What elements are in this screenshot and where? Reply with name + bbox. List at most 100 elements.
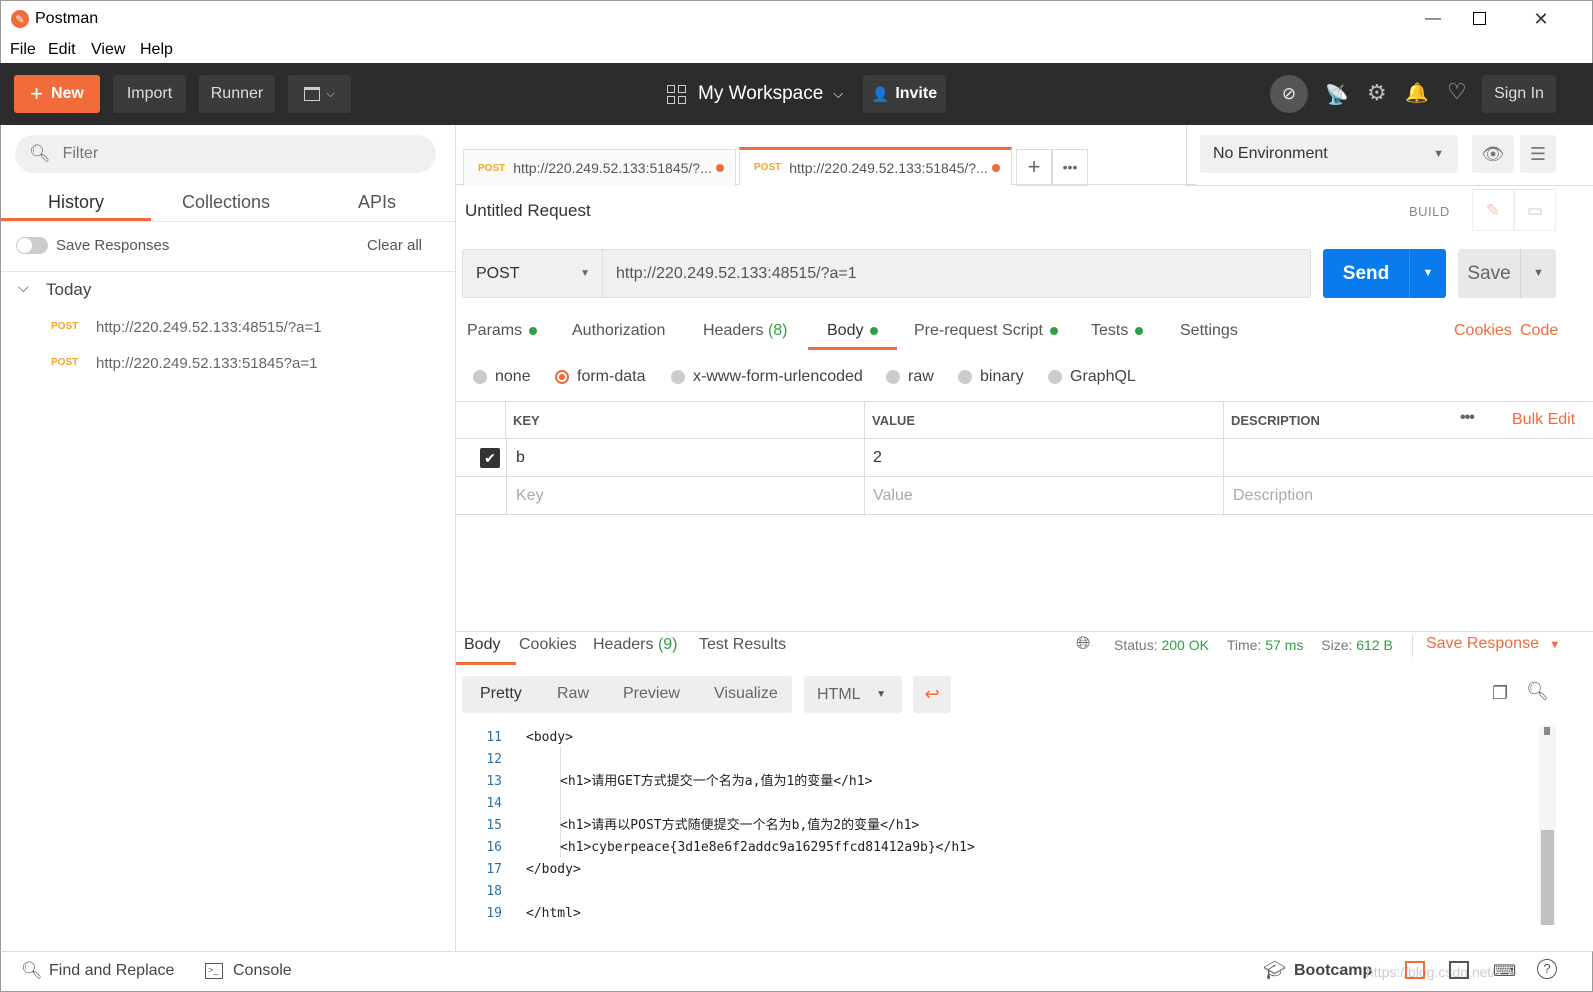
filter-input[interactable]: [62, 145, 363, 163]
menu-help[interactable]: Help: [140, 41, 173, 59]
new-key-placeholder[interactable]: Key: [516, 487, 544, 505]
tab-settings[interactable]: Settings: [1180, 322, 1238, 340]
clear-all-button[interactable]: Clear all: [367, 237, 422, 254]
new-window-button[interactable]: ⌵: [288, 75, 351, 113]
history-group-today[interactable]: Today: [46, 280, 91, 300]
request-tab[interactable]: POST http://220.249.52.133:51845/?...: [463, 149, 736, 186]
request-title[interactable]: Untitled Request: [465, 201, 591, 221]
split-pane-icon[interactable]: [1449, 961, 1469, 979]
tab-params[interactable]: Params: [467, 322, 538, 340]
two-pane-view-icon[interactable]: [1405, 961, 1425, 979]
view-visualize[interactable]: Visualize: [714, 685, 778, 703]
response-tab-test-results[interactable]: Test Results: [699, 636, 786, 654]
scrollbar-up-arrow[interactable]: [1544, 727, 1550, 735]
cookies-link[interactable]: Cookies: [1454, 322, 1512, 340]
heart-icon[interactable]: ♡: [1447, 79, 1467, 105]
workspace-switcher[interactable]: My Workspace ⌵: [667, 75, 843, 113]
sync-off-icon[interactable]: ⊘: [1270, 75, 1308, 113]
code-viewer[interactable]: 11 <body> 12 13 <h1>请用GET方式提交一个名为a,值为1的变量</h…: [462, 725, 1556, 925]
format-select[interactable]: HTML ▼: [804, 676, 902, 713]
settings-gear-icon[interactable]: ⚙: [1367, 80, 1387, 106]
time-value[interactable]: 57 ms: [1265, 637, 1303, 653]
save-options-caret-icon[interactable]: ▼: [1520, 249, 1556, 298]
menu-view[interactable]: View: [91, 41, 125, 59]
radio-raw-label: raw: [908, 368, 934, 385]
bell-icon[interactable]: 🔔: [1405, 81, 1429, 105]
invite-button[interactable]: 👤 Invite: [863, 75, 946, 113]
response-tab-cookies[interactable]: Cookies: [519, 636, 577, 654]
history-item[interactable]: POST http://220.249.52.133:48515/?a=1: [1, 310, 456, 346]
scrollbar-thumb[interactable]: [1541, 830, 1554, 925]
environment-quick-look-button[interactable]: 👁︎: [1472, 135, 1514, 173]
new-button[interactable]: + New: [14, 75, 100, 113]
tab-body[interactable]: Body: [827, 322, 879, 340]
menu-edit[interactable]: Edit: [48, 41, 76, 59]
size-value[interactable]: 612 B: [1356, 637, 1393, 653]
row-checkbox-checked[interactable]: ✔: [480, 448, 500, 468]
radio-x-www-form-urlencoded[interactable]: x-www-form-urlencoded: [671, 368, 863, 386]
bulk-edit-button[interactable]: Bulk Edit: [1512, 411, 1575, 429]
tab-collections[interactable]: Collections: [182, 192, 270, 213]
tab-prerequest-script[interactable]: Pre-request Script: [914, 322, 1058, 340]
response-tab-headers[interactable]: Headers (9): [593, 636, 678, 654]
line-number: 17: [486, 862, 502, 877]
new-description-placeholder[interactable]: Description: [1233, 487, 1313, 505]
bootcamp-button[interactable]: Bootcamp: [1294, 962, 1372, 980]
tab-apis[interactable]: APIs: [358, 192, 396, 213]
copy-icon[interactable]: ❐: [1492, 683, 1508, 704]
wrap-lines-button[interactable]: ↩: [913, 676, 951, 713]
tab-headers[interactable]: Headers (8): [703, 322, 788, 340]
request-tab-active[interactable]: POST http://220.249.52.133:51845/?...: [739, 147, 1012, 186]
more-tabs-button[interactable]: •••: [1052, 149, 1088, 186]
manage-environments-button[interactable]: ☰: [1520, 135, 1556, 173]
filter-search-box[interactable]: 🔍︎: [15, 135, 436, 173]
globe-icon[interactable]: 🌐︎: [1076, 633, 1090, 654]
edit-pencil-icon[interactable]: ✎: [1472, 189, 1514, 231]
satellite-icon[interactable]: 📡: [1325, 83, 1349, 107]
status-value[interactable]: 200 OK: [1161, 637, 1208, 653]
table-more-options-icon[interactable]: •••: [1460, 409, 1475, 427]
maximize-button[interactable]: [1470, 9, 1490, 29]
find-and-replace-button[interactable]: Find and Replace: [49, 962, 174, 980]
code-scrollbar[interactable]: [1539, 725, 1556, 925]
radio-binary[interactable]: binary: [958, 368, 1024, 386]
history-item[interactable]: POST http://220.249.52.133:51845?a=1: [1, 346, 456, 382]
comment-icon[interactable]: ▭: [1514, 189, 1556, 231]
radio-raw[interactable]: raw: [886, 368, 934, 386]
view-preview[interactable]: Preview: [623, 685, 680, 703]
url-input[interactable]: [603, 249, 1311, 298]
sign-in-button[interactable]: Sign In: [1482, 75, 1556, 113]
tab-tests[interactable]: Tests: [1091, 322, 1144, 340]
help-icon[interactable]: ?: [1537, 959, 1557, 979]
radio-graphql[interactable]: GraphQL: [1048, 368, 1136, 386]
close-window-button[interactable]: ✕: [1521, 5, 1561, 33]
new-value-placeholder[interactable]: Value: [873, 487, 913, 505]
chevron-down-icon[interactable]: ⌵: [18, 279, 29, 296]
environment-select[interactable]: No Environment ▼: [1200, 135, 1458, 173]
send-options-caret-icon[interactable]: ▼: [1409, 249, 1446, 298]
radio-form-data[interactable]: form-data: [555, 368, 645, 386]
build-label[interactable]: BUILD: [1409, 204, 1450, 219]
import-button[interactable]: Import: [113, 75, 186, 113]
new-tab-button[interactable]: +: [1016, 149, 1052, 186]
tab-history[interactable]: History: [48, 192, 104, 213]
save-responses-toggle[interactable]: [16, 237, 48, 254]
radio-none[interactable]: none: [473, 368, 531, 386]
send-button[interactable]: Send ▼: [1323, 249, 1446, 298]
save-response-button[interactable]: Save Response ▼: [1426, 635, 1560, 653]
response-tab-body[interactable]: Body: [464, 636, 500, 654]
method-select[interactable]: POST ▼: [462, 249, 603, 298]
save-button[interactable]: Save ▼: [1458, 249, 1556, 298]
view-raw[interactable]: Raw: [557, 685, 589, 703]
view-pretty[interactable]: Pretty: [480, 685, 522, 703]
menu-file[interactable]: File: [10, 41, 36, 59]
tab-authorization[interactable]: Authorization: [572, 322, 665, 340]
search-icon[interactable]: 🔍︎: [1526, 681, 1549, 702]
minimize-button[interactable]: —: [1413, 5, 1453, 33]
row-key[interactable]: b: [516, 449, 525, 467]
keyboard-icon[interactable]: ⌨: [1493, 961, 1516, 981]
code-link[interactable]: Code: [1520, 322, 1558, 340]
console-button[interactable]: Console: [233, 962, 292, 980]
row-value[interactable]: 2: [873, 449, 882, 467]
runner-button[interactable]: Runner: [199, 75, 275, 113]
